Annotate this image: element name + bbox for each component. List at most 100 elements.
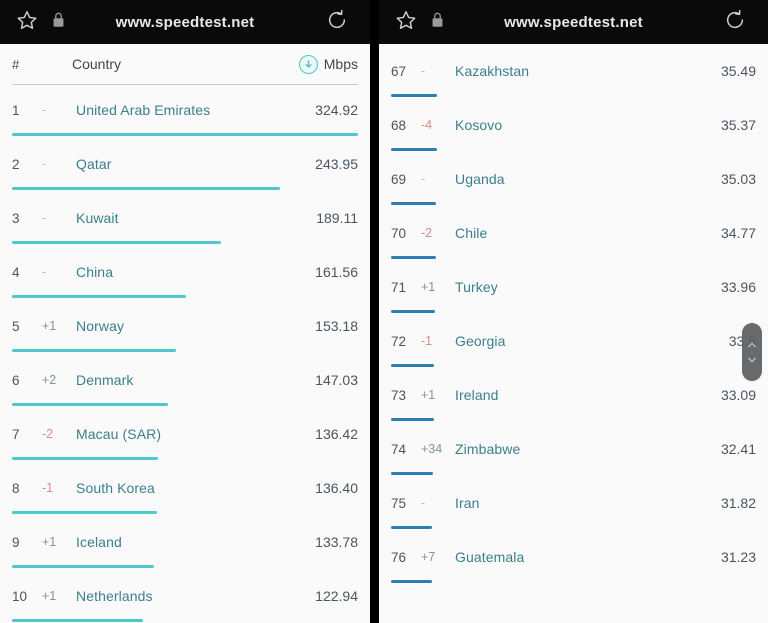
speed-bar: [391, 94, 437, 97]
header-speed[interactable]: Mbps: [299, 55, 358, 74]
rank-change: -: [42, 157, 76, 171]
country-link[interactable]: Kazakhstan: [455, 63, 529, 79]
speed-value: 31.23: [721, 549, 756, 565]
speed-value: 35.37: [721, 117, 756, 133]
speed-bar: [391, 472, 433, 475]
country-link[interactable]: Qatar: [76, 156, 112, 172]
country-link[interactable]: Guatemala: [455, 549, 524, 565]
rank-change: -: [42, 211, 76, 225]
country-link[interactable]: Zimbabwe: [455, 441, 520, 457]
country-link[interactable]: Turkey: [455, 279, 498, 295]
table-row[interactable]: 69-Uganda35.03: [379, 162, 768, 216]
rank-value: 8: [12, 481, 42, 496]
table-row[interactable]: 73+1Ireland33.09: [379, 378, 768, 432]
rank-value: 10: [12, 589, 42, 604]
dual-screenshot-composite: www.speedtest.net # Country: [0, 0, 768, 623]
speed-bar: [391, 148, 437, 151]
rank-value: 73: [391, 388, 421, 403]
table-row[interactable]: 74+34Zimbabwe32.41: [379, 432, 768, 486]
table-row[interactable]: 9+1Iceland133.78: [0, 525, 370, 579]
reload-button-left[interactable]: [326, 9, 370, 36]
table-row[interactable]: 10+1Netherlands122.94: [0, 579, 370, 623]
country-link[interactable]: China: [76, 264, 113, 280]
speed-value: 133.78: [315, 534, 358, 550]
speed-bar: [12, 457, 158, 460]
country-link[interactable]: Denmark: [76, 372, 134, 388]
table-row[interactable]: 5+1Norway153.18: [0, 309, 370, 363]
rank-change: -4: [421, 118, 455, 132]
country-link[interactable]: Kosovo: [455, 117, 502, 133]
country-link[interactable]: Netherlands: [76, 588, 153, 604]
header-rank: #: [12, 57, 40, 72]
table-header-row: # Country Mbps: [0, 44, 370, 84]
rank-value: 6: [12, 373, 42, 388]
row-content: 72-1Georgia33.5: [391, 324, 756, 358]
table-row[interactable]: 7-2Macau (SAR) 136.42: [0, 417, 370, 471]
table-row[interactable]: 4-China161.56: [0, 255, 370, 309]
table-row[interactable]: 72-1Georgia33.5: [379, 324, 768, 378]
table-row[interactable]: 70-2Chile34.77: [379, 216, 768, 270]
left-panel: www.speedtest.net # Country: [0, 0, 370, 623]
rank-value: 72: [391, 334, 421, 349]
speed-bar: [12, 295, 186, 298]
country-link[interactable]: Macau (SAR): [76, 426, 161, 442]
rank-change: -2: [42, 427, 76, 441]
country-link[interactable]: Kuwait: [76, 210, 119, 226]
chevron-up-icon: [748, 341, 756, 349]
star-icon[interactable]: [16, 9, 38, 36]
row-content: 2-Qatar243.95: [12, 147, 358, 181]
country-link[interactable]: United Arab Emirates: [76, 102, 210, 118]
scrollbar-thumb[interactable]: [742, 323, 762, 381]
lock-icon: [51, 11, 66, 34]
rank-change: -: [42, 265, 76, 279]
country-link[interactable]: Norway: [76, 318, 124, 334]
rank-change: +1: [421, 280, 455, 294]
rank-change: -: [421, 496, 455, 510]
rank-value: 76: [391, 550, 421, 565]
country-link[interactable]: Iceland: [76, 534, 122, 550]
speed-bar: [12, 349, 176, 352]
rank-change: -: [421, 64, 455, 78]
speed-value: 35.49: [721, 63, 756, 79]
star-icon[interactable]: [395, 9, 417, 36]
country-link[interactable]: South Korea: [76, 480, 155, 496]
row-content: 10+1Netherlands122.94: [12, 579, 358, 613]
row-content: 71+1Turkey33.96: [391, 270, 756, 304]
country-link[interactable]: Ireland: [455, 387, 499, 403]
speed-bar: [391, 202, 436, 205]
table-row[interactable]: 75-Iran31.82: [379, 486, 768, 540]
rank-value: 2: [12, 157, 42, 172]
rank-value: 7: [12, 427, 42, 442]
speed-value: 136.42: [315, 426, 358, 442]
table-row[interactable]: 2-Qatar243.95: [0, 147, 370, 201]
country-link[interactable]: Uganda: [455, 171, 505, 187]
chrome-left-icons: [0, 9, 66, 36]
table-row[interactable]: 6+2Denmark147.03: [0, 363, 370, 417]
right-ranking-list: 67-Kazakhstan35.4968-4Kosovo35.3769-Ugan…: [379, 44, 768, 594]
rank-value: 70: [391, 226, 421, 241]
country-link[interactable]: Georgia: [455, 333, 506, 349]
header-speed-label: Mbps: [324, 56, 358, 72]
row-content: 3-Kuwait189.11: [12, 201, 358, 235]
row-content: 4-China161.56: [12, 255, 358, 289]
table-row[interactable]: 76+7Guatemala31.23: [379, 540, 768, 594]
table-row[interactable]: 3-Kuwait189.11: [0, 201, 370, 255]
row-content: 6+2Denmark147.03: [12, 363, 358, 397]
rank-value: 4: [12, 265, 42, 280]
country-link[interactable]: Iran: [455, 495, 480, 511]
rank-change: +1: [42, 319, 76, 333]
rank-change: +34: [421, 442, 455, 456]
speed-value: 324.92: [315, 102, 358, 118]
row-content: 76+7Guatemala31.23: [391, 540, 756, 574]
table-row[interactable]: 71+1Turkey33.96: [379, 270, 768, 324]
row-content: 74+34Zimbabwe32.41: [391, 432, 756, 466]
reload-button-right[interactable]: [724, 9, 768, 36]
rank-change: +1: [42, 589, 76, 603]
country-link[interactable]: Chile: [455, 225, 487, 241]
row-content: 73+1Ireland33.09: [391, 378, 756, 412]
table-row[interactable]: 68-4Kosovo35.37: [379, 108, 768, 162]
right-panel: www.speedtest.net 67-Kazakhstan35.4968-4…: [379, 0, 768, 623]
table-row[interactable]: 1-United Arab Emirates324.92: [0, 93, 370, 147]
table-row[interactable]: 67-Kazakhstan35.49: [379, 54, 768, 108]
table-row[interactable]: 8-1South Korea136.40: [0, 471, 370, 525]
